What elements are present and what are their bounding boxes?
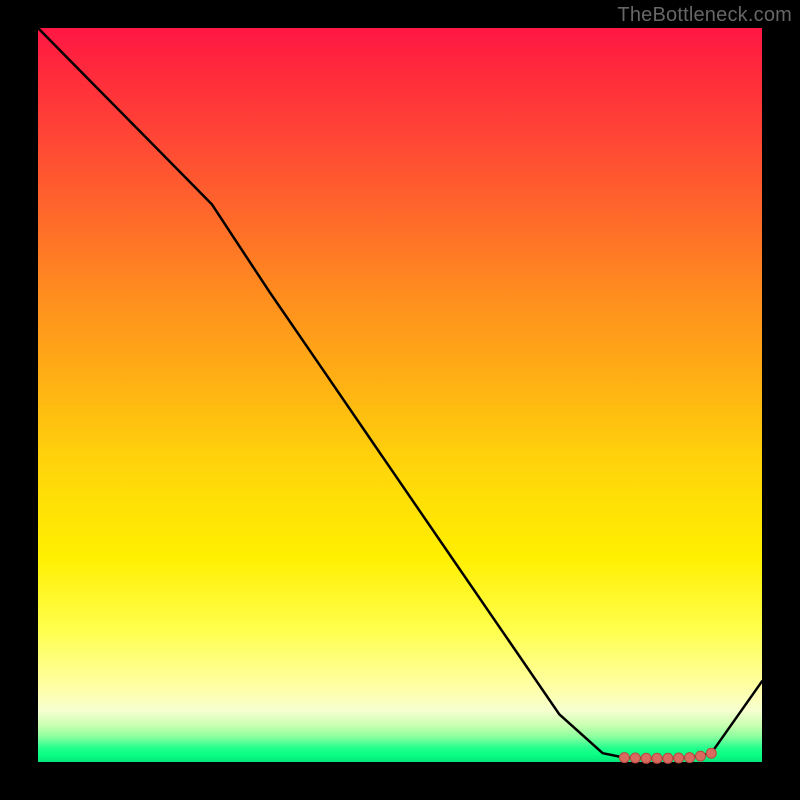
- marker-point: [630, 753, 640, 763]
- marker-point: [641, 753, 651, 763]
- watermark-text: TheBottleneck.com: [617, 4, 792, 27]
- chart-svg: [38, 28, 762, 762]
- marker-point: [619, 753, 629, 763]
- marker-point: [674, 753, 684, 763]
- marker-point: [706, 748, 716, 758]
- marker-point: [685, 753, 695, 763]
- marker-point: [652, 753, 662, 763]
- plot-area: [38, 28, 762, 762]
- optimal-region-markers: [619, 748, 716, 763]
- marker-point: [663, 753, 673, 763]
- bottleneck-curve: [38, 28, 762, 758]
- chart-container: TheBottleneck.com: [0, 0, 800, 800]
- marker-point: [696, 751, 706, 761]
